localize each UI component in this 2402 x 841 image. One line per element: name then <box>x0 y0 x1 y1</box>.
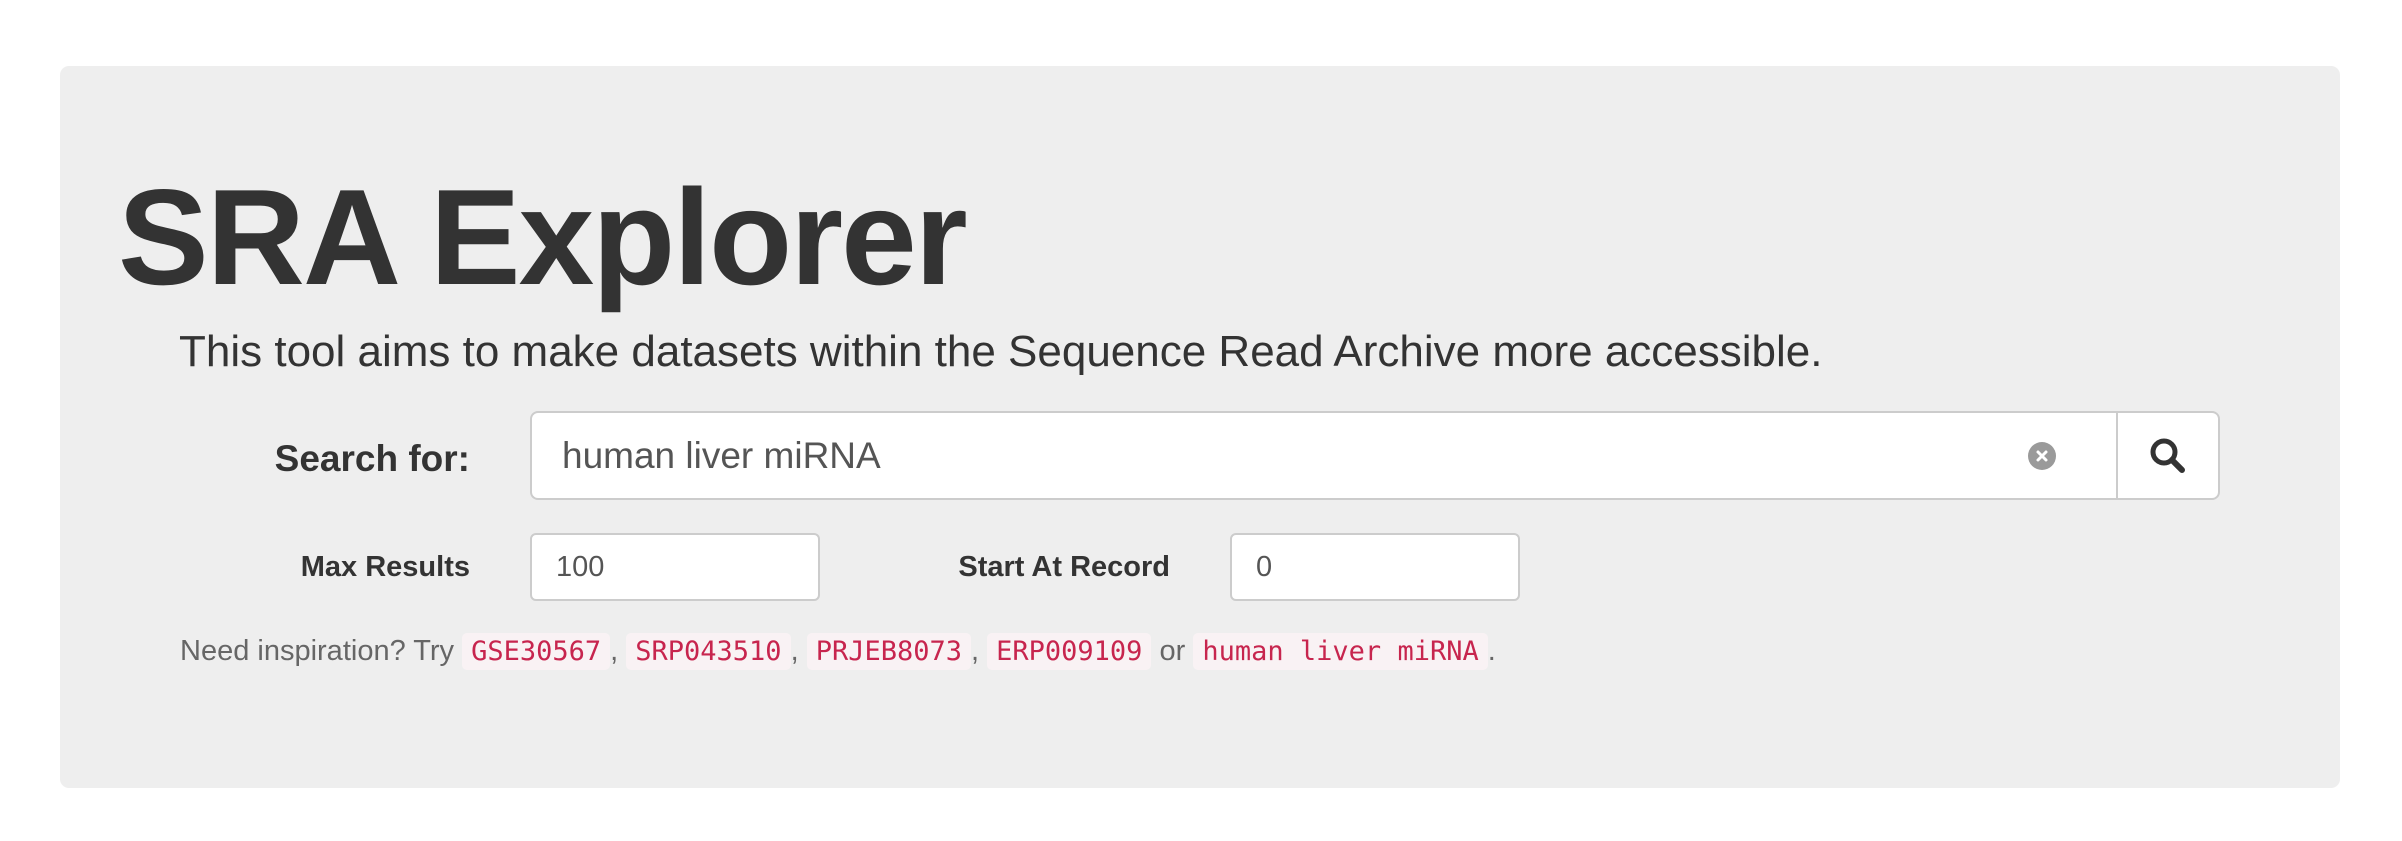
search-icon <box>2150 438 2185 473</box>
page-title: SRA Explorer <box>118 161 968 313</box>
example-link[interactable]: ERP009109 <box>987 633 1152 670</box>
search-label: Search for: <box>274 438 470 479</box>
start-at-record-input[interactable] <box>1230 533 1520 601</box>
separator-period: . <box>1487 635 1496 667</box>
separator-comma: , <box>790 635 799 667</box>
page-description: This tool aims to make datasets within t… <box>179 327 1823 376</box>
max-results-input[interactable] <box>530 533 820 601</box>
search-input-wrapper <box>530 411 2116 500</box>
inspiration-text: Need inspiration? Try GSE30567, SRP04351… <box>180 630 1496 673</box>
separator-or: or <box>1159 635 1186 667</box>
clear-circle-icon[interactable] <box>2028 442 2056 470</box>
example-link[interactable]: human liver miRNA <box>1193 633 1488 670</box>
example-link[interactable]: GSE30567 <box>462 633 611 670</box>
inspiration-prefix: Need inspiration? Try <box>180 635 455 667</box>
example-link[interactable]: SRP043510 <box>626 633 791 670</box>
example-link[interactable]: PRJEB8073 <box>806 633 972 670</box>
search-group <box>530 411 2220 500</box>
separator-comma: , <box>971 635 980 667</box>
search-input[interactable] <box>562 413 1962 498</box>
search-button[interactable] <box>2116 411 2220 500</box>
start-at-record-label: Start At Record <box>958 551 1170 583</box>
max-results-label: Max Results <box>300 551 470 583</box>
separator-comma: , <box>610 635 619 667</box>
